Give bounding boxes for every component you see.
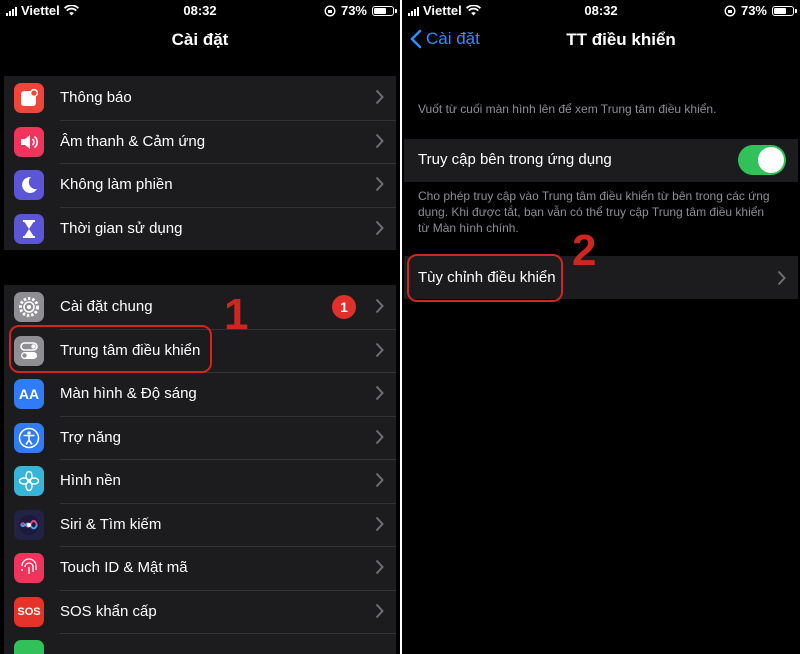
row-label: Không làm phiền	[60, 176, 173, 194]
battery-percent: 73%	[340, 3, 367, 18]
notification-icon	[14, 83, 44, 113]
row-label: Màn hình & Độ sáng	[60, 385, 197, 403]
fingerprint-icon	[14, 553, 44, 583]
settings-row-sos[interactable]: SOS SOS khẩn cấp	[4, 589, 396, 634]
settings-row-display[interactable]: AA Màn hình & Độ sáng	[4, 372, 396, 416]
chevron-right-icon	[375, 429, 384, 444]
step-1-number: 1	[224, 290, 249, 339]
flower-icon	[14, 466, 44, 496]
row-label: Trợ năng	[60, 428, 121, 446]
row-label: Hình nền	[60, 472, 121, 490]
aa-icon: AA	[14, 379, 44, 409]
page-title: Cài đặt	[171, 30, 229, 49]
settings-screen: Viettel 08:32 73% Cài đặt Thông báo Âm t…	[0, 0, 400, 654]
row-label: Touch ID & Mật mã	[60, 559, 188, 577]
chevron-right-icon	[375, 298, 384, 314]
status-bar: Viettel 08:32 73%	[0, 0, 400, 22]
toggle-label: Truy cập bên trong ứng dụng	[418, 151, 612, 168]
settings-row-notifications[interactable]: Thông báo	[4, 76, 396, 120]
battery-icon	[372, 5, 397, 16]
access-within-apps-row: Truy cập bên trong ứng dụng	[404, 139, 798, 182]
step-2-number: 2	[572, 226, 597, 275]
speaker-icon	[14, 126, 44, 157]
row-label: Thời gian sử dụng	[60, 219, 183, 237]
settings-row-do-not-disturb[interactable]: Không làm phiền	[4, 163, 396, 207]
access-within-apps-toggle[interactable]	[738, 145, 786, 175]
chevron-right-icon	[375, 220, 384, 235]
notification-badge: 1	[332, 295, 356, 319]
chevron-right-icon	[375, 342, 384, 357]
settings-row-wallpaper[interactable]: Hình nền	[4, 459, 396, 503]
settings-row-touch-id[interactable]: Touch ID & Mật mã	[4, 546, 396, 590]
settings-row-screen-time[interactable]: Thời gian sử dụng	[4, 206, 396, 251]
battery-percent: 73%	[740, 3, 767, 18]
hourglass-icon	[14, 213, 44, 244]
control-center-screen: Viettel 08:32 73% Cài đặt TT điều khiển …	[402, 0, 800, 654]
settings-row-general[interactable]: Cài đặt chung 1	[4, 285, 396, 329]
chevron-right-icon	[777, 270, 786, 286]
chevron-left-icon	[410, 29, 422, 49]
chevron-right-icon	[375, 385, 384, 401]
settings-row-siri[interactable]: Siri & Tìm kiếm	[4, 502, 396, 547]
status-bar: Viettel 08:32 73%	[402, 0, 800, 22]
chevron-right-icon	[375, 133, 384, 148]
settings-group-1: Thông báo Âm thanh & Cảm ứng Không làm p…	[4, 76, 396, 250]
intro-text: Vuốt từ cuối màn hình lên để xem Trung t…	[418, 102, 717, 116]
row-label: Siri & Tìm kiếm	[60, 515, 162, 533]
row-label: Thông báo	[60, 89, 132, 107]
row-label: Âm thanh & Cảm ứng	[60, 132, 206, 150]
siri-icon	[14, 509, 44, 540]
row-label: Cài đặt chung	[60, 298, 153, 316]
battery-icon	[772, 5, 797, 16]
rotation-lock-icon	[324, 4, 336, 17]
chevron-right-icon	[375, 559, 384, 575]
chevron-right-icon	[375, 603, 384, 618]
chevron-right-icon	[375, 516, 384, 531]
settings-row-partial[interactable]	[4, 633, 396, 654]
page-title: TT điều khiển	[566, 30, 676, 49]
chevron-right-icon	[375, 89, 384, 105]
chevron-right-icon	[375, 472, 384, 488]
row-label: SOS khẩn cấp	[60, 602, 157, 620]
toggle-knob	[758, 147, 784, 173]
step-2-highlight	[407, 254, 563, 302]
chevron-right-icon	[375, 176, 384, 192]
sos-icon: SOS	[14, 596, 44, 627]
gear-icon	[14, 292, 44, 322]
step-1-highlight	[9, 325, 212, 373]
settings-row-accessibility[interactable]: Trợ năng	[4, 415, 396, 460]
settings-row-sounds[interactable]: Âm thanh & Cảm ứng	[4, 119, 396, 164]
accessibility-icon	[14, 422, 44, 453]
moon-icon	[14, 170, 44, 200]
rotation-lock-icon	[724, 4, 736, 17]
app-icon	[14, 640, 44, 654]
